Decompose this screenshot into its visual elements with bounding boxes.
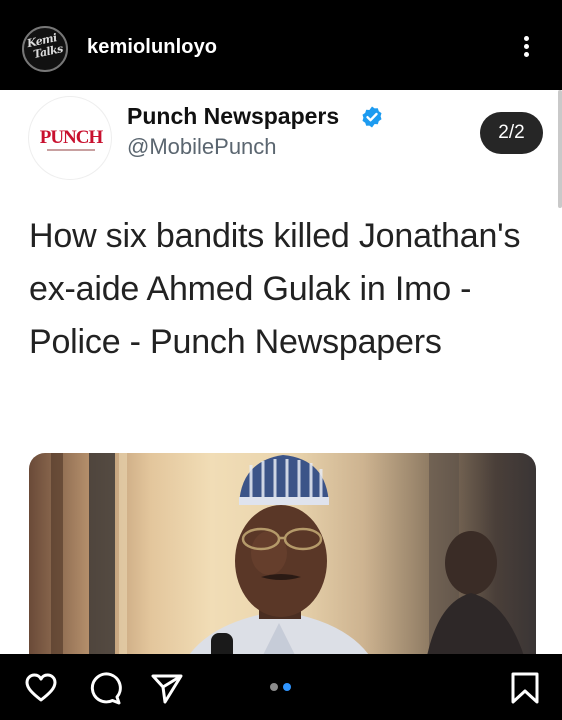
carousel-dot-2-active <box>283 683 291 691</box>
bookmark-icon[interactable] <box>508 671 542 705</box>
comment-icon[interactable] <box>88 671 122 705</box>
avatar-logo: Kemi Talks <box>26 30 66 62</box>
carousel-page-indicator: 2/2 <box>480 112 543 154</box>
more-options-icon[interactable] <box>517 32 537 62</box>
article-photo <box>29 453 536 654</box>
verified-badge-icon <box>362 106 382 128</box>
punch-logo: PUNCH <box>28 96 112 180</box>
username-link[interactable]: kemiolunloyo <box>87 36 217 59</box>
tweet-display-name: Punch Newspapers <box>127 103 340 129</box>
carousel-dot-1 <box>270 683 278 691</box>
punch-logo-tagline <box>47 149 95 151</box>
send-icon[interactable] <box>150 671 184 705</box>
post-actions-bar <box>0 654 562 720</box>
profile-avatar[interactable]: Kemi Talks <box>22 26 68 72</box>
screen: Kemi Talks kemiolunloyo PUNCH Punch News… <box>0 0 562 720</box>
post-header: Kemi Talks kemiolunloyo <box>0 0 562 90</box>
scrollbar[interactable] <box>558 90 562 208</box>
tweet-headline: How six bandits killed Jonathan's ex-aid… <box>29 217 521 361</box>
carousel-dots <box>270 683 294 693</box>
article-photo-illustration <box>51 453 524 654</box>
punch-logo-text: PUNCH <box>39 127 104 148</box>
tweet-handle: @MobilePunch <box>127 134 277 159</box>
heart-icon[interactable] <box>24 671 58 705</box>
post-media[interactable]: PUNCH Punch Newspapers @MobilePunch 2/2 … <box>0 90 562 654</box>
